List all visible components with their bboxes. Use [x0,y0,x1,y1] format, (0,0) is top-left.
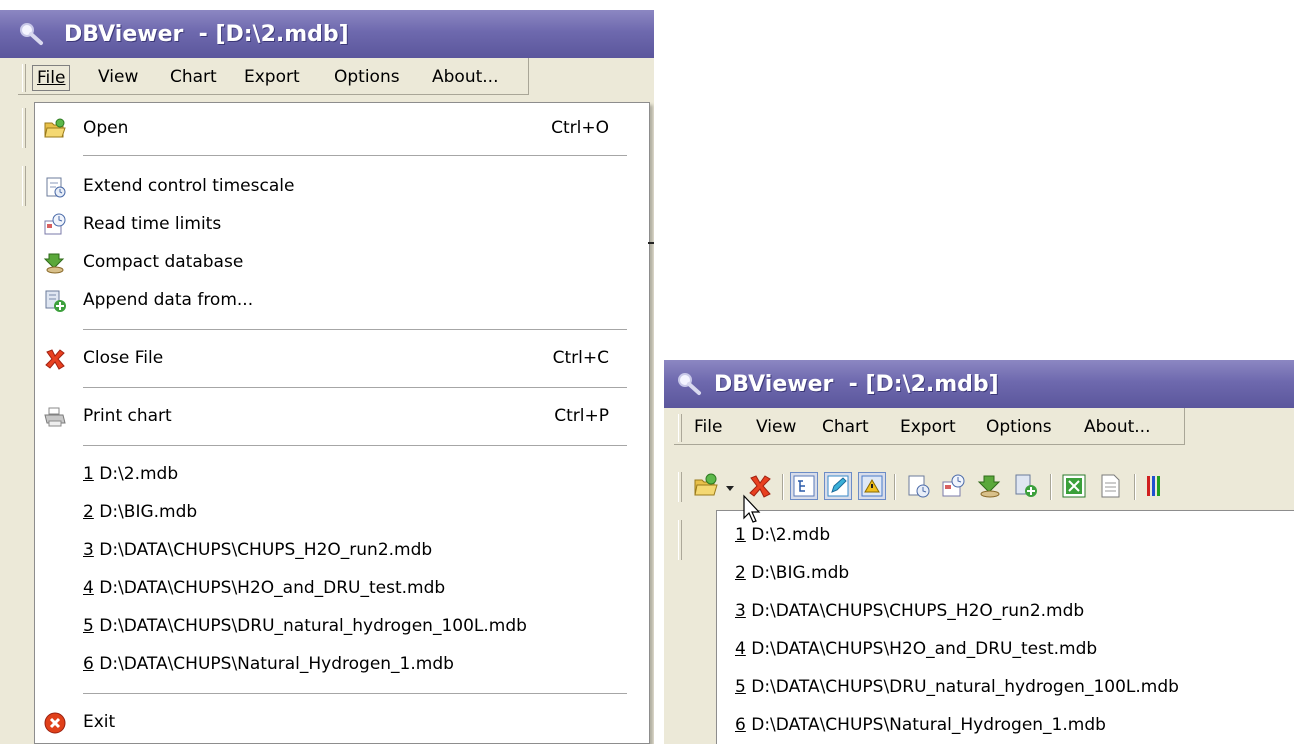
recent-file-item[interactable]: 5 D:\DATA\CHUPS\DRU_natural_hydrogen_100… [735,677,1179,697]
recent-file-item[interactable]: 5 D:\DATA\CHUPS\DRU_natural_hydrogen_100… [35,609,649,645]
menu-separator [83,387,627,388]
recent-file-item[interactable]: 4 D:\DATA\CHUPS\H2O_and_DRU_test.mdb [735,639,1097,659]
menu-item-close-file[interactable]: Close File Ctrl+C [35,341,649,377]
menu-file[interactable]: File [690,415,726,439]
menu-item-label: Compact database [83,252,244,272]
open-icon[interactable] [692,472,720,500]
toolbar-grip[interactable] [678,472,682,502]
menu-export[interactable]: Export [240,65,304,89]
append-data-icon [45,290,66,312]
menu-export[interactable]: Export [896,415,960,439]
shortcut-label: Ctrl+C [552,348,609,368]
app-magnifier-icon [20,23,43,45]
title-bar[interactable]: DBViewer - [D:\2.mdb] [0,10,654,58]
menu-file[interactable]: File [32,65,71,91]
toolbar-separator [1050,474,1052,500]
menu-item-open[interactable]: Open Ctrl+O [35,111,649,147]
menu-item-print-chart[interactable]: Print chart Ctrl+P [35,399,649,435]
menu-about[interactable]: About... [1080,415,1154,439]
chart-icon[interactable] [1144,472,1172,500]
file-menu-dropdown: Open Ctrl+O Extend control timescale Rea… [34,102,650,744]
menu-item-label: Exit [83,712,116,732]
menu-item-append-data[interactable]: Append data from... [35,283,649,319]
recent-file-item[interactable]: 2 D:\BIG.mdb [35,495,649,531]
window-right: DBViewer - [D:\2.mdb] File View Chart Ex… [664,360,1294,744]
close-x-icon [45,349,65,370]
alert-icon[interactable] [858,472,886,500]
menu-item-label: Append data from... [83,290,254,310]
printer-icon [44,407,66,427]
toolbar-separator [894,474,896,500]
menu-separator [83,445,627,446]
menu-chart[interactable]: Chart [818,415,873,439]
recent-file-item[interactable]: 3 D:\DATA\CHUPS\CHUPS_H2O_run2.mdb [35,533,649,569]
menubar-grip[interactable] [678,414,682,442]
title-bar[interactable]: DBViewer - [D:\2.mdb] [664,360,1294,408]
mouse-cursor-icon [743,494,761,523]
menu-view[interactable]: View [94,65,142,89]
shortcut-label: Ctrl+P [554,406,609,426]
menu-item-label: Open [83,118,129,138]
menu-item-extend-timescale[interactable]: Extend control timescale [35,169,649,205]
menu-item-label: Close File [83,348,164,368]
read-time-limits-icon [44,213,66,235]
window-left: DBViewer - [D:\2.mdb] File View Chart Ex… [0,10,654,744]
menu-item-exit[interactable]: Exit [35,705,649,741]
toolbar-separator [782,474,784,500]
recent-file-item[interactable]: 3 D:\DATA\CHUPS\CHUPS_H2O_run2.mdb [735,601,1084,621]
menu-bar: File View Chart Export Options About... [0,58,654,96]
menu-options[interactable]: Options [982,415,1056,439]
menu-about[interactable]: About... [428,65,502,89]
extend-timescale-icon[interactable] [904,472,932,500]
menu-separator [83,329,627,330]
menubar-grip[interactable] [22,64,26,92]
edit-icon[interactable] [824,472,852,500]
window-title: DBViewer - [D:\2.mdb] [714,372,999,397]
exit-icon [44,712,66,734]
dropdown-arrow-icon[interactable] [724,472,736,500]
menu-options[interactable]: Options [330,65,404,89]
window-title: DBViewer - [D:\2.mdb] [64,22,349,47]
open-folder-icon [44,118,66,138]
menu-view[interactable]: View [752,415,800,439]
recent-file-item[interactable]: 6 D:\DATA\CHUPS\Natural_Hydrogen_1.mdb [35,647,649,683]
app-magnifier-icon [678,373,701,395]
menu-item-read-time-limits[interactable]: Read time limits [35,207,649,243]
export-document-icon[interactable] [1096,472,1124,500]
menu-bar: File View Chart Export Options About... [664,408,1294,446]
compact-database-icon[interactable] [976,472,1004,500]
menu-chart[interactable]: Chart [166,65,221,89]
compact-database-icon [43,253,65,274]
read-time-limits-icon[interactable] [940,472,968,500]
recent-file-item[interactable]: 6 D:\DATA\CHUPS\Natural_Hydrogen_1.mdb [735,715,1106,735]
shortcut-label: Ctrl+O [551,118,609,138]
append-data-icon[interactable] [1012,472,1040,500]
menu-item-label: Extend control timescale [83,176,295,196]
export-excel-icon[interactable] [1060,472,1088,500]
menu-item-label: Print chart [83,406,172,426]
recent-file-item[interactable]: 2 D:\BIG.mdb [735,563,849,583]
menu-item-label: Read time limits [83,214,222,234]
toolbar-separator [1134,474,1136,500]
recent-file-item[interactable]: 1 D:\2.mdb [35,457,649,493]
recent-files-dropdown: 1 D:\2.mdb 2 D:\BIG.mdb 3 D:\DATA\CHUPS\… [716,510,1294,744]
recent-file-item[interactable]: 1 D:\2.mdb [735,525,830,545]
menu-separator [83,693,627,694]
recent-file-item[interactable]: 4 D:\DATA\CHUPS\H2O_and_DRU_test.mdb [35,571,649,607]
tree-view-icon[interactable] [790,472,818,500]
menu-item-compact-database[interactable]: Compact database [35,245,649,281]
menu-separator [83,155,627,156]
extend-timescale-icon [46,177,66,198]
